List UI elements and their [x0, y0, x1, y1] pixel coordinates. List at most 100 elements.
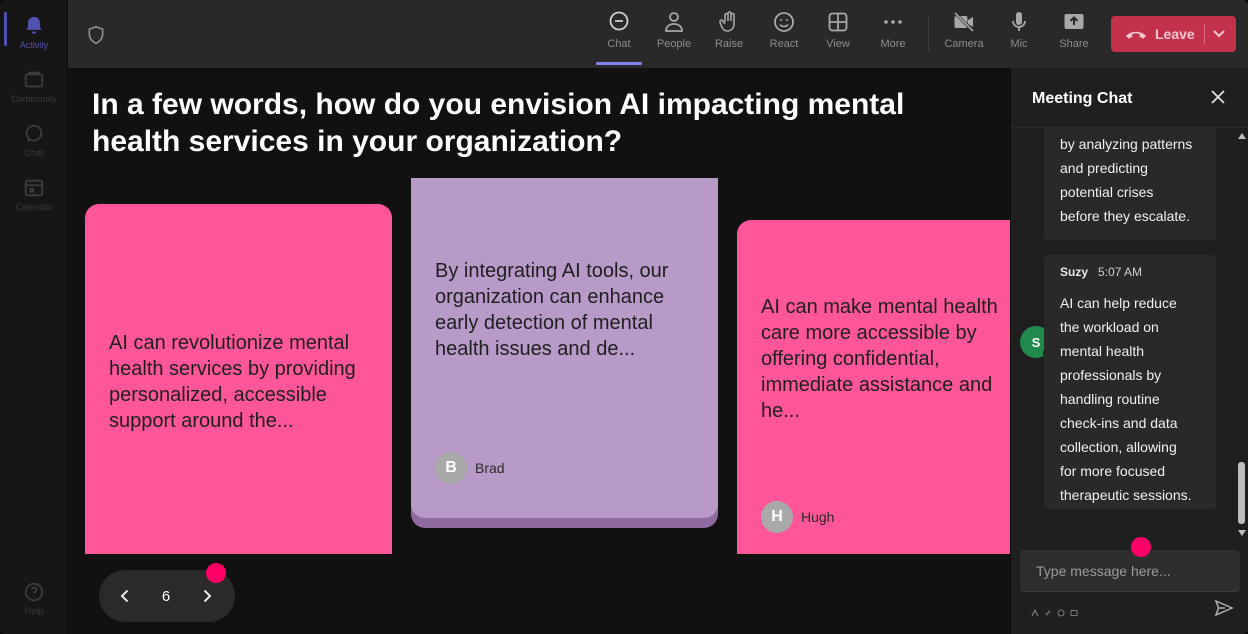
leave-divider: [1204, 24, 1205, 44]
toolbar-label: People: [656, 38, 692, 50]
response-card[interactable]: AI can revolutionize mental health servi…: [85, 204, 392, 554]
chat-icon: [25, 124, 43, 142]
toolbar-label: Share: [1059, 38, 1089, 50]
message-line: collection, allowing: [1060, 439, 1177, 455]
people-icon: [665, 12, 683, 32]
message-line: by analyzing patterns: [1060, 136, 1193, 152]
avatar: B: [435, 452, 467, 484]
message-line: AI can help reduce: [1060, 295, 1177, 311]
rail-label: Activity: [19, 39, 49, 50]
rail-item-activity[interactable]: Activity: [0, 6, 68, 58]
message-line: potential crises: [1060, 184, 1154, 200]
message-line: check-ins and data: [1060, 415, 1178, 431]
rail-label: Community: [11, 93, 57, 104]
response-text: By integrating AI tools, our organizatio…: [435, 260, 669, 360]
response-text: AI can make mental health care more acce…: [761, 296, 998, 422]
message-line: professionals by: [1060, 367, 1162, 383]
message-line: handling routine: [1060, 391, 1160, 407]
chat-message: AI can help reduce the workload on menta…: [1044, 255, 1216, 509]
calendar-icon: [24, 179, 44, 196]
message-line: the workload on: [1060, 319, 1159, 335]
presentation-stage: In a few words, how do you envision AI i…: [68, 68, 1010, 634]
scrollbar-thumb[interactable]: [1238, 462, 1245, 524]
chat-message: by analyzing patterns and predicting pot…: [1044, 128, 1216, 240]
emoji-icon[interactable]: [1057, 604, 1065, 617]
toolbar-divider: [928, 16, 929, 52]
mic-icon: [1012, 12, 1026, 31]
smile-icon: [774, 12, 794, 32]
response-card[interactable]: AI can make mental health care more acce…: [737, 220, 1010, 554]
toolbar-label: Raise: [714, 38, 744, 50]
format-icon[interactable]: [1031, 604, 1039, 617]
prev-button[interactable]: [105, 570, 145, 622]
rail-label: Help: [24, 605, 44, 616]
toolbar-label: Mic: [1010, 38, 1028, 50]
chat-message-list[interactable]: by analyzing patterns and predicting pot…: [1011, 128, 1235, 542]
rail-label: Chat: [24, 147, 44, 158]
community-icon: [24, 71, 44, 87]
toolbar-people-button[interactable]: People: [647, 10, 701, 60]
toolbar-label: Camera: [944, 38, 984, 50]
message-time: 5:07 AM: [1098, 265, 1143, 279]
message-line: mental health: [1060, 343, 1145, 359]
meeting-toolbar: Chat People Raise React View More Camera: [68, 0, 1248, 68]
leave-button[interactable]: Leave: [1111, 16, 1236, 52]
toolbar-raise-button[interactable]: Raise: [702, 10, 756, 60]
toolbar-view-button[interactable]: View: [811, 10, 865, 60]
close-icon[interactable]: [1209, 88, 1227, 106]
message-meta: Suzy 5:07 AM: [1060, 265, 1142, 279]
chat-title: Meeting Chat: [1032, 90, 1133, 107]
avatar: H: [761, 501, 793, 533]
toolbar-chat-button[interactable]: Chat: [592, 10, 646, 60]
grid-icon: [828, 12, 848, 32]
compose-toolbar: [1031, 604, 1078, 617]
phone-hangup-icon: [1125, 31, 1147, 39]
response-card[interactable]: By integrating AI tools, our organizatio…: [411, 178, 718, 518]
toolbar-react-button[interactable]: React: [757, 10, 811, 60]
scroll-up-icon[interactable]: [1238, 132, 1246, 140]
send-icon[interactable]: [1214, 599, 1234, 617]
camera-off-icon: [953, 11, 975, 33]
toolbar-share-button[interactable]: Share: [1047, 10, 1101, 60]
attach-icon[interactable]: [1044, 604, 1052, 616]
response-text: AI can revolutionize mental health servi…: [109, 332, 356, 432]
message-line: and predicting: [1060, 160, 1148, 176]
card-author: H Hugh: [761, 501, 834, 533]
author-name: Brad: [475, 460, 505, 476]
message-line: therapeutic sessions.: [1060, 487, 1192, 503]
message-line: for more focused: [1060, 463, 1166, 479]
toolbar-mic-button[interactable]: Mic: [992, 10, 1046, 60]
toolbar-label: View: [826, 38, 850, 50]
leave-label: Leave: [1155, 26, 1195, 42]
cursor-marker: [206, 563, 226, 583]
cursor-marker: [1131, 537, 1151, 557]
gif-icon[interactable]: [1070, 604, 1078, 616]
chevron-down-icon[interactable]: [1211, 27, 1227, 41]
message-input[interactable]: [1020, 550, 1240, 592]
toolbar-label: React: [769, 38, 799, 50]
rail-item-community[interactable]: Community: [0, 60, 68, 112]
hand-icon: [719, 11, 735, 32]
toolbar-more-button[interactable]: More: [866, 10, 920, 60]
meeting-window: Activity Community Chat Calendar Help Ch…: [0, 0, 1248, 634]
bell-icon: [26, 16, 42, 34]
question-title: In a few words, how do you envision AI i…: [92, 88, 905, 158]
chat-scrollbar[interactable]: [1235, 128, 1248, 542]
rail-item-chat[interactable]: Chat: [0, 114, 68, 166]
toolbar-label: Chat: [607, 38, 631, 50]
toolbar-camera-button[interactable]: Camera: [937, 10, 991, 60]
rail-label: Calendar: [15, 201, 53, 212]
app-rail: Activity Community Chat Calendar Help: [0, 0, 68, 634]
chevron-right-icon: [203, 589, 212, 603]
chat-icon: [609, 11, 629, 31]
message-line: before they escalate.: [1060, 208, 1190, 224]
shield-icon[interactable]: [86, 24, 106, 46]
page-number: 6: [161, 587, 171, 605]
chevron-left-icon: [120, 589, 129, 603]
active-tab-underline: [596, 62, 642, 65]
rail-item-calendar[interactable]: Calendar: [0, 168, 68, 220]
rail-item-help[interactable]: Help: [0, 572, 68, 624]
scroll-down-icon[interactable]: [1238, 529, 1246, 537]
compose-box: [1020, 550, 1240, 592]
toolbar-label: More: [880, 38, 906, 50]
